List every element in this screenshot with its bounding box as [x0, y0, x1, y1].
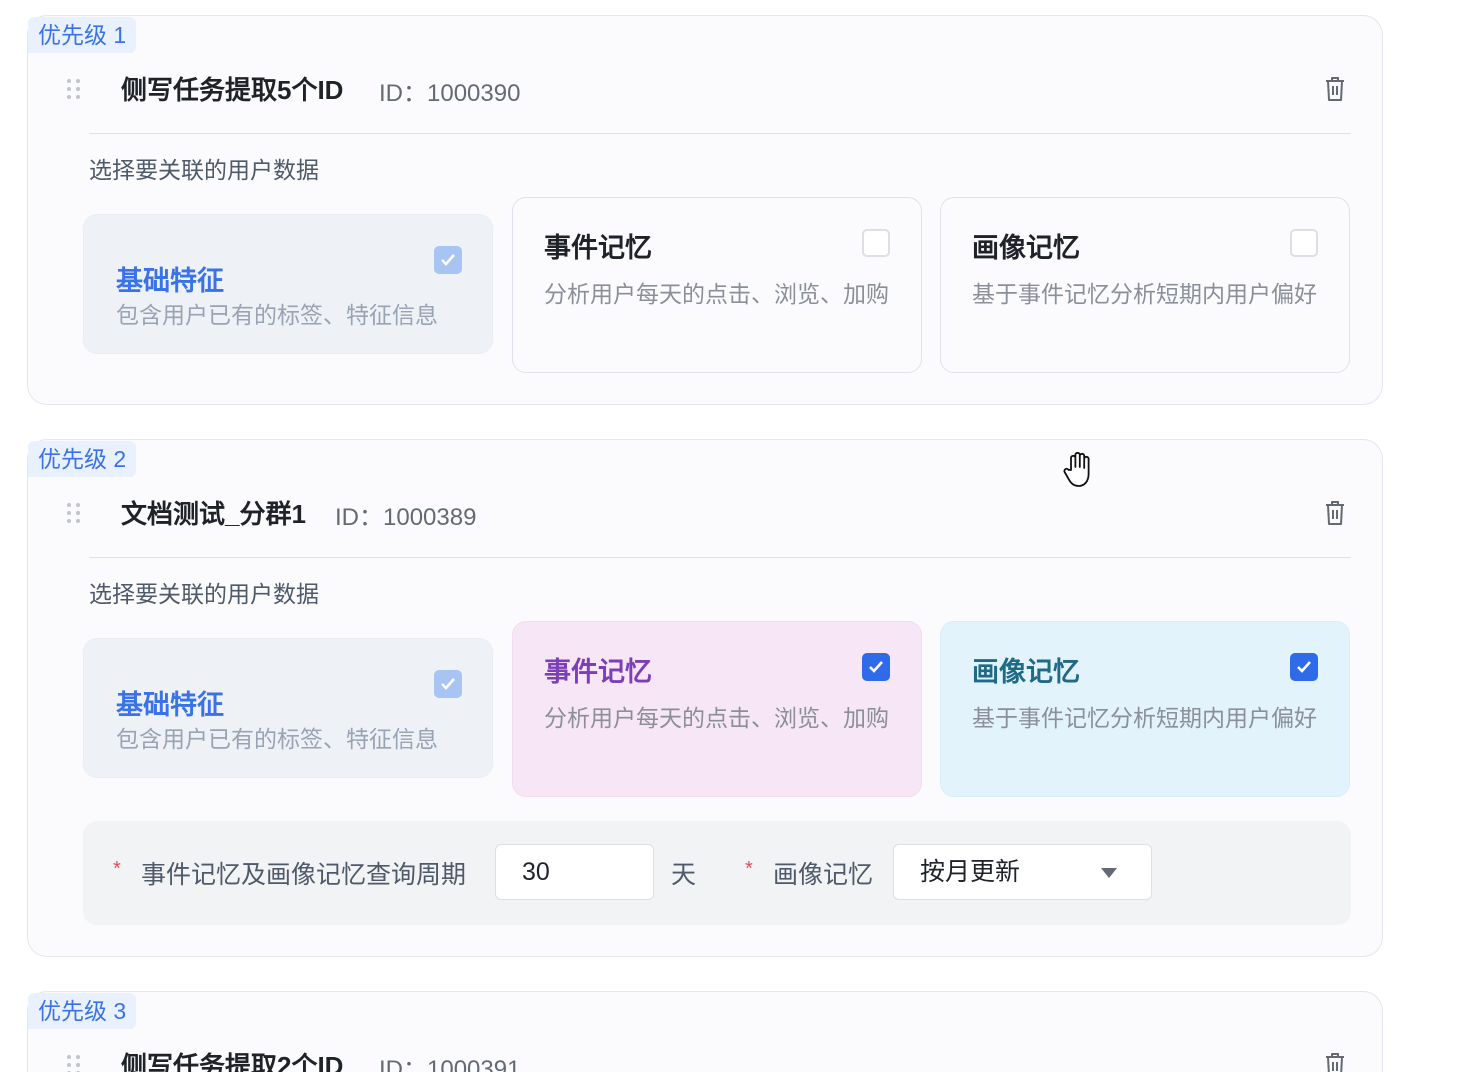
drag-handle-icon[interactable] — [67, 503, 81, 525]
memory-params-panel: * 事件记忆及画像记忆查询周期 30 天 * 画像记忆 按月更新 — [83, 821, 1351, 925]
option-profile-memory[interactable]: 画像记忆 基于事件记忆分析短期内用户偏好 — [940, 621, 1350, 797]
trash-icon[interactable] — [1324, 76, 1346, 102]
drag-handle-icon[interactable] — [67, 1055, 81, 1072]
option-desc: 基于事件记忆分析短期内用户偏好 — [972, 281, 1317, 307]
checkbox-check-icon — [441, 254, 455, 266]
option-desc: 包含用户已有的标签、特征信息 — [116, 726, 438, 752]
checkbox-check-icon — [869, 661, 883, 673]
required-mark: * — [745, 858, 753, 880]
period-input[interactable]: 30 — [495, 844, 654, 900]
priority-card-3: 侧写任务提取2个ID ID：1000391 — [27, 991, 1383, 1072]
priority-tag: 优先级 3 — [28, 993, 137, 1029]
chevron-down-icon[interactable] — [1101, 868, 1117, 878]
checkbox-profile-memory[interactable] — [1290, 653, 1318, 681]
task-title: 侧写任务提取5个ID — [121, 75, 344, 105]
option-desc: 包含用户已有的标签、特征信息 — [116, 302, 438, 328]
option-title: 基础特征 — [116, 690, 224, 720]
option-title: 事件记忆 — [544, 657, 652, 687]
option-basic-features: 基础特征 包含用户已有的标签、特征信息 — [83, 214, 493, 354]
profile-update-value: 按月更新 — [920, 858, 1021, 886]
trash-icon[interactable] — [1324, 1052, 1346, 1072]
checkbox-event-memory[interactable] — [862, 653, 890, 681]
period-label: 事件记忆及画像记忆查询周期 — [141, 861, 467, 889]
task-id: ID：1000390 — [379, 80, 521, 107]
task-id: ID：1000391 — [379, 1056, 521, 1072]
profile-update-select[interactable]: 按月更新 — [893, 844, 1152, 900]
option-title: 事件记忆 — [544, 233, 652, 263]
option-desc: 基于事件记忆分析短期内用户偏好 — [972, 705, 1317, 731]
checkbox-check-icon — [1297, 661, 1311, 673]
option-title: 画像记忆 — [972, 233, 1080, 263]
priority-tag: 优先级 2 — [28, 441, 137, 477]
priority-card-1: 侧写任务提取5个ID ID：1000390 选择要关联的用户数据 基础特征 包含… — [27, 15, 1383, 405]
section-label: 选择要关联的用户数据 — [89, 581, 319, 607]
task-id: ID：1000389 — [335, 504, 477, 531]
task-title: 侧写任务提取2个ID — [121, 1051, 344, 1072]
option-title: 基础特征 — [116, 266, 224, 296]
option-basic-features: 基础特征 包含用户已有的标签、特征信息 — [83, 638, 493, 778]
option-desc: 分析用户每天的点击、浏览、加购 — [544, 705, 889, 731]
drag-handle-icon[interactable] — [67, 79, 81, 101]
trash-icon[interactable] — [1324, 500, 1346, 526]
checkbox-disabled-checked — [434, 246, 462, 274]
priority-tag: 优先级 1 — [28, 17, 137, 53]
checkbox-check-icon — [441, 678, 455, 690]
divider — [89, 133, 1351, 134]
checkbox-disabled-checked — [434, 670, 462, 698]
checkbox-profile-memory[interactable] — [1290, 229, 1318, 257]
option-event-memory[interactable]: 事件记忆 分析用户每天的点击、浏览、加购 — [512, 621, 922, 797]
checkbox-event-memory[interactable] — [862, 229, 890, 257]
section-label: 选择要关联的用户数据 — [89, 157, 319, 183]
option-desc: 分析用户每天的点击、浏览、加购 — [544, 281, 889, 307]
option-event-memory[interactable]: 事件记忆 分析用户每天的点击、浏览、加购 — [512, 197, 922, 373]
period-unit: 天 — [671, 861, 697, 889]
task-title: 文档测试_分群1 — [121, 499, 306, 529]
option-title: 画像记忆 — [972, 657, 1080, 687]
priority-card-2: 文档测试_分群1 ID：1000389 选择要关联的用户数据 基础特征 包含用户… — [27, 439, 1383, 957]
required-mark: * — [113, 858, 121, 880]
hand-cursor-icon — [1063, 451, 1090, 487]
divider — [89, 557, 1351, 558]
profile-label: 画像记忆 — [773, 861, 874, 889]
option-profile-memory[interactable]: 画像记忆 基于事件记忆分析短期内用户偏好 — [940, 197, 1350, 373]
